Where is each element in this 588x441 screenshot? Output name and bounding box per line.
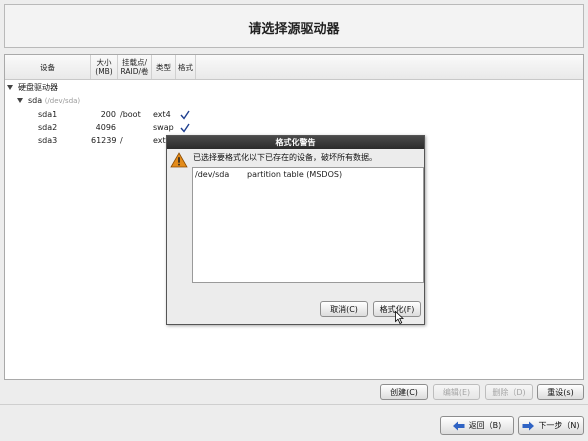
page-title: 请选择源驱动器	[248, 22, 340, 37]
tree-disk-sda[interactable]: sda (/dev/sda)	[28, 94, 80, 107]
column-type[interactable]: 类型	[152, 55, 176, 79]
format-warning-dialog: 格式化警告 已选择要格式化以下已存在的设备，破坏所有数据。 /dev/sda p…	[166, 135, 425, 325]
cancel-button[interactable]: 取消(C)	[320, 301, 368, 317]
list-item-description: partition table (MSDOS)	[247, 170, 343, 179]
partition-name[interactable]: sda1	[38, 108, 57, 121]
dialog-title: 格式化警告	[167, 136, 424, 149]
next-button-label: 下一步（N)	[538, 421, 580, 430]
column-mount[interactable]: 挂载点/ RAID/卷	[118, 55, 152, 79]
partition-size: 200	[100, 110, 116, 119]
partition-name[interactable]: sda3	[38, 134, 57, 147]
column-header-bar: 设备 大小 (MB) 挂载点/ RAID/卷 类型 格式	[5, 55, 583, 80]
tree-group-harddrives[interactable]: 硬盘驱动器	[18, 81, 58, 94]
partition-mount: /boot	[120, 110, 141, 119]
disk-name: sda	[28, 96, 43, 105]
arrow-left-icon	[452, 421, 465, 430]
partition-name[interactable]: sda2	[38, 121, 57, 134]
column-device[interactable]: 设备	[5, 55, 91, 79]
create-button[interactable]: 创建(C)	[380, 384, 428, 400]
reset-button[interactable]: 重设(s)	[537, 384, 584, 400]
header-banner: 请选择源驱动器	[4, 4, 584, 48]
column-format[interactable]: 格式	[176, 55, 196, 79]
disk-path: (/dev/sda)	[44, 97, 81, 105]
mouse-cursor-icon	[395, 311, 404, 324]
expand-arrow-icon[interactable]	[17, 98, 23, 103]
back-button-label: 返回（B)	[468, 421, 502, 430]
column-size[interactable]: 大小 (MB)	[91, 55, 118, 79]
separator	[0, 404, 588, 405]
check-icon	[180, 110, 190, 120]
partition-size: 61239	[91, 136, 117, 145]
delete-button[interactable]: 删除（D)	[485, 384, 533, 400]
arrow-right-icon	[522, 421, 535, 430]
back-button[interactable]: 返回（B)	[440, 416, 514, 435]
format-device-list[interactable]: /dev/sda partition table (MSDOS)	[192, 167, 424, 283]
partition-type: ext4	[153, 110, 171, 119]
expand-arrow-icon[interactable]	[7, 85, 13, 90]
partition-size: 4096	[95, 123, 116, 132]
list-item-device: /dev/sda	[195, 170, 230, 179]
partition-mount: /	[120, 136, 123, 145]
check-icon	[180, 123, 190, 133]
dialog-message: 已选择要格式化以下已存在的设备，破坏所有数据。	[193, 153, 377, 162]
edit-button[interactable]: 编辑(E)	[433, 384, 480, 400]
next-button[interactable]: 下一步（N)	[518, 416, 584, 435]
partition-type: swap	[153, 123, 174, 132]
warning-icon	[170, 152, 188, 168]
